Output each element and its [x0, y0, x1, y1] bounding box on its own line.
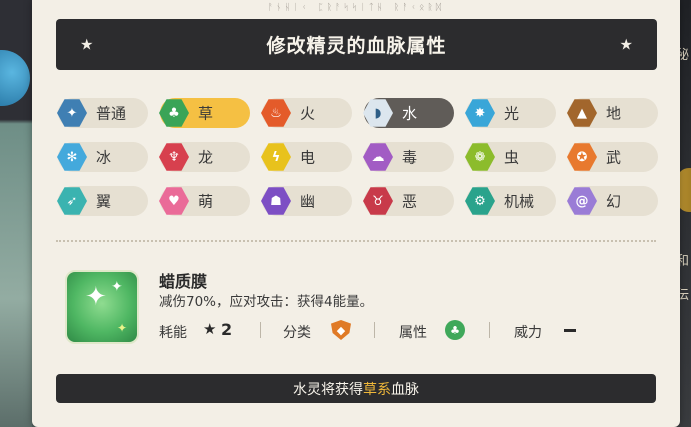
- sparkle-icon: ✦: [85, 282, 107, 312]
- ghost-icon: ☗: [261, 187, 291, 215]
- type-option-15[interactable]: ♉ 恶: [363, 186, 454, 216]
- type-label: 龙: [198, 148, 214, 167]
- ground-icon: ▲: [567, 99, 597, 127]
- star-icon: ★: [619, 35, 633, 53]
- type-option-0[interactable]: ✦ 普通: [57, 98, 148, 128]
- type-option-13[interactable]: ♥ 萌: [159, 186, 250, 216]
- type-label: 翼: [96, 192, 112, 211]
- type-label: 恶: [402, 192, 418, 211]
- modal-title: 修改精灵的血脉属性: [266, 35, 447, 57]
- category-label: 分类: [283, 325, 311, 341]
- stat-divider: [489, 322, 490, 338]
- type-selector-grid: ✦ 普通 ♣ 草 ♨ 火 ◗ 水 ✸ 光 ▲ 地 ✻ 冰 ♆ 龙 ϟ 电 ☁ 毒 ❁ 虫 ✪ 武 ➶ 翼 ♥ 萌 ☗ 幽 ♉ 恶 ⚙ 机械 @ 幻: [57, 98, 658, 218]
- grass-icon: ♣: [445, 320, 465, 340]
- dragon-icon: ♆: [159, 143, 189, 171]
- type-label: 地: [606, 104, 622, 123]
- poison-icon: ☁: [363, 143, 393, 171]
- result-message: 水灵将获得 草系 血脉: [56, 374, 656, 403]
- rune-decoration: ᚨᚾᚺᛁᚲ ᛈᚱᚨᛋᛋᛁᛏᚺ ᚱᚨᚲᛟᚱᛞ: [267, 3, 445, 13]
- type-label: 电: [300, 148, 316, 167]
- type-option-7[interactable]: ♆ 龙: [159, 142, 250, 172]
- type-option-16[interactable]: ⚙ 机械: [465, 186, 556, 216]
- type-option-1[interactable]: ♣ 草: [159, 98, 250, 128]
- attribute-label: 属性: [399, 325, 427, 341]
- defense-shield-icon: ◆: [331, 320, 351, 340]
- type-option-4[interactable]: ✸ 光: [465, 98, 556, 128]
- electric-icon: ϟ: [261, 143, 291, 171]
- type-option-5[interactable]: ▲ 地: [567, 98, 658, 128]
- skill-name: 蜡质膜: [159, 272, 208, 291]
- type-label: 水: [402, 104, 418, 123]
- fighting-icon: ✪: [567, 143, 597, 171]
- type-label: 光: [504, 104, 520, 123]
- normal-icon: ✦: [57, 99, 87, 127]
- type-option-6[interactable]: ✻ 冰: [57, 142, 148, 172]
- water-icon: ◗: [363, 99, 393, 127]
- energy-star-icon: ★: [203, 320, 217, 338]
- type-label: 萌: [198, 192, 214, 211]
- type-option-8[interactable]: ϟ电: [261, 142, 352, 172]
- result-suffix: 血脉: [391, 381, 419, 398]
- type-option-9[interactable]: ☁ 毒: [363, 142, 454, 172]
- skill-stats: 耗能 ★ 2 分类 ◆ 属性 ♣ 威力: [159, 319, 619, 343]
- result-prefix: 水灵将获得: [293, 381, 363, 398]
- sparkle-icon: ✦: [117, 321, 128, 335]
- type-label: 草: [198, 104, 214, 123]
- mechanical-icon: ⚙: [465, 187, 495, 215]
- divider: [56, 240, 656, 242]
- fire-icon: ♨: [261, 99, 291, 127]
- type-option-12[interactable]: ➶ 翼: [57, 186, 148, 216]
- stat-divider: [374, 322, 375, 338]
- type-label: 机械: [504, 192, 535, 211]
- type-option-14[interactable]: ☗ 幽: [261, 186, 352, 216]
- cute-icon: ♥: [159, 187, 189, 215]
- type-label: 冰: [96, 148, 112, 167]
- power-label: 威力: [514, 325, 542, 341]
- type-label: 幽: [300, 192, 316, 211]
- cost-label: 耗能: [159, 325, 187, 341]
- bloodline-modal: ᚨᚾᚺᛁᚲ ᛈᚱᚨᛋᛋᛁᛏᚺ ᚱᚨᚲᛟᚱᛞ ★ 修改精灵的血脉属性 ★ ✦ 普通 ♣…: [32, 0, 680, 427]
- type-option-3[interactable]: ◗ 水: [363, 98, 454, 128]
- type-label: 虫: [504, 148, 520, 167]
- skill-thumbnail: ✦ ✦ ✦: [65, 270, 139, 344]
- power-value-dash: [564, 329, 576, 332]
- ice-icon: ✻: [57, 143, 87, 171]
- type-option-17[interactable]: @ 幻: [567, 186, 658, 216]
- cost-value: 2: [221, 320, 233, 339]
- illusion-icon: @: [567, 187, 597, 215]
- sparkle-icon: ✦: [111, 279, 123, 295]
- grass-icon: ♣: [159, 99, 189, 127]
- wing-icon: ➶: [57, 187, 87, 215]
- type-label: 幻: [606, 192, 622, 211]
- type-option-11[interactable]: ✪ 武: [567, 142, 658, 172]
- type-label: 火: [300, 104, 316, 123]
- title-bar: ★ 修改精灵的血脉属性 ★: [56, 19, 657, 70]
- type-option-2[interactable]: ♨ 火: [261, 98, 352, 128]
- bug-icon: ❁: [465, 143, 495, 171]
- stat-divider: [260, 322, 261, 338]
- type-label: 武: [606, 148, 622, 167]
- type-label: 毒: [402, 148, 418, 167]
- star-icon: ★: [80, 35, 94, 53]
- evil-icon: ♉: [363, 187, 393, 215]
- type-label: 普通: [96, 104, 127, 123]
- light-icon: ✸: [465, 99, 495, 127]
- result-highlight: 草系: [363, 381, 391, 398]
- type-option-10[interactable]: ❁ 虫: [465, 142, 556, 172]
- skill-description: 减伤70%，应对攻击：获得4能量。: [159, 294, 374, 310]
